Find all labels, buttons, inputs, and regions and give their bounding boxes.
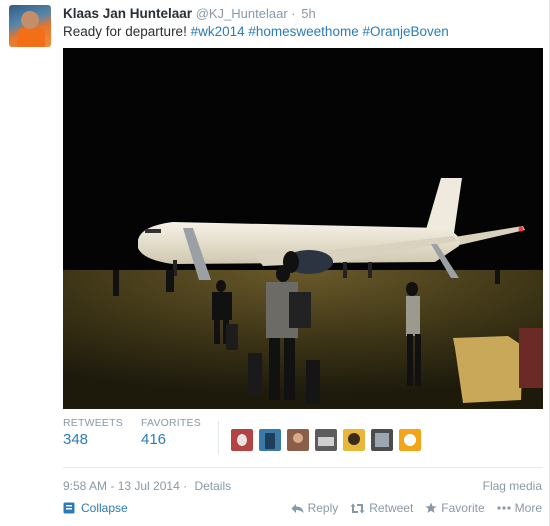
flag-media-link[interactable]: Flag media bbox=[483, 479, 542, 493]
favoriter-avatar[interactable] bbox=[399, 429, 421, 451]
stats-bottom-divider bbox=[63, 467, 543, 468]
username[interactable]: @KJ_Huntelaar bbox=[196, 6, 288, 21]
more-label: More bbox=[514, 501, 542, 515]
favorites-count[interactable]: 416 bbox=[141, 431, 201, 448]
favorite-label: Favorite bbox=[441, 501, 485, 515]
stats-divider bbox=[218, 421, 219, 455]
separator: · bbox=[291, 6, 296, 21]
avatar[interactable] bbox=[9, 5, 51, 47]
tweet-timestamp[interactable]: 9:58 AM - 13 Jul 2014 bbox=[63, 479, 180, 493]
reply-label: Reply bbox=[307, 501, 339, 515]
favoriter-avatar[interactable] bbox=[371, 429, 393, 451]
tweet-photo[interactable] bbox=[63, 48, 543, 409]
favoriter-avatar[interactable] bbox=[287, 429, 309, 451]
timestamp-relative[interactable]: 5h bbox=[301, 6, 315, 21]
tweet: Klaas Jan Huntelaar @KJ_Huntelaar · 5h R… bbox=[0, 0, 550, 526]
tweet-actions: Reply Retweet Favorite More bbox=[291, 501, 542, 515]
hashtag-homesweethome[interactable]: #homesweethome bbox=[248, 24, 358, 39]
hashtag-oranjeboven[interactable]: #OranjeBoven bbox=[362, 24, 448, 39]
favorite-button[interactable]: Favorite bbox=[425, 501, 485, 515]
meta-separator: · bbox=[183, 479, 188, 493]
tweet-text: Ready for departure! #wk2014 #homesweeth… bbox=[63, 24, 449, 39]
ellipsis-icon bbox=[497, 506, 511, 510]
hashtag-wk2014[interactable]: #wk2014 bbox=[191, 24, 245, 39]
collapse-icon bbox=[63, 502, 75, 514]
favoriter-avatar[interactable] bbox=[259, 429, 281, 451]
favoriter-avatar[interactable] bbox=[231, 429, 253, 451]
favorites-label: FAVORITES bbox=[141, 417, 201, 429]
engagement-stats: RETWEETS 348 FAVORITES 416 bbox=[63, 417, 543, 463]
tweet-meta: 9:58 AM - 13 Jul 2014 · Details bbox=[63, 479, 231, 493]
details-link[interactable]: Details bbox=[194, 479, 231, 493]
more-button[interactable]: More bbox=[497, 501, 542, 515]
airplane-photo bbox=[63, 48, 543, 409]
collapse-button[interactable]: Collapse bbox=[63, 501, 128, 515]
retweet-icon bbox=[350, 503, 365, 513]
reply-icon bbox=[291, 503, 304, 513]
tweet-text-body: Ready for departure! bbox=[63, 24, 191, 39]
retweets-count[interactable]: 348 bbox=[63, 431, 123, 448]
retweet-button[interactable]: Retweet bbox=[350, 501, 413, 515]
retweets-stat[interactable]: RETWEETS 348 bbox=[63, 417, 123, 448]
favorites-stat[interactable]: FAVORITES 416 bbox=[141, 417, 201, 448]
collapse-label: Collapse bbox=[81, 501, 128, 515]
retweet-label: Retweet bbox=[369, 501, 414, 515]
favoriter-avatar[interactable] bbox=[315, 429, 337, 451]
fullname[interactable]: Klaas Jan Huntelaar bbox=[63, 6, 192, 21]
favoriter-avatar[interactable] bbox=[343, 429, 365, 451]
retweets-label: RETWEETS bbox=[63, 417, 123, 429]
reply-button[interactable]: Reply bbox=[291, 501, 339, 515]
star-icon bbox=[425, 502, 437, 513]
tweet-header: Klaas Jan Huntelaar @KJ_Huntelaar · 5h bbox=[63, 6, 316, 21]
